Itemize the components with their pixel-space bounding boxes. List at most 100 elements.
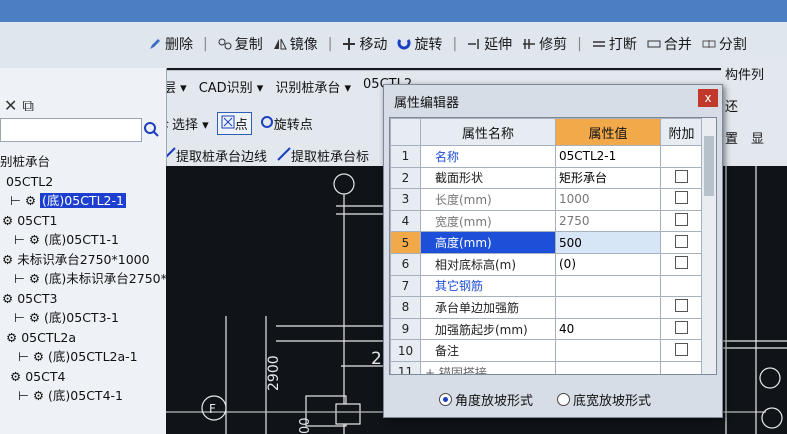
table-row[interactable]: 4 宽度(mm) 2750: [390, 209, 703, 233]
property-value[interactable]: [555, 360, 661, 374]
tree-item[interactable]: ⚙ 05CT3: [0, 289, 175, 309]
angle-slope-radio[interactable]: 角度放坡形式: [439, 390, 533, 409]
search-icon[interactable]: [140, 118, 162, 140]
dialog-title-bar[interactable]: 属性编辑器: [384, 85, 722, 113]
tree-item[interactable]: ⚙ 05CTL2a: [0, 328, 175, 348]
table-row-selected[interactable]: 5 高度(mm) 500: [390, 231, 703, 254]
rotate-point-label: 旋转点: [273, 118, 313, 133]
extract-mark-button[interactable]: 提取桩承台标: [277, 146, 369, 165]
extra-cell[interactable]: [660, 317, 703, 341]
property-name: 高度(mm): [420, 231, 556, 254]
close-icon[interactable]: ✕ ⧉: [4, 96, 34, 116]
property-name: 其它钢筋: [420, 274, 556, 298]
extend-button[interactable]: 延伸: [467, 34, 512, 54]
tree-item-label: 05CTL2: [6, 173, 54, 189]
row-index: 10: [390, 339, 421, 362]
grid-line: [725, 166, 757, 434]
property-value[interactable]: 40: [555, 317, 661, 341]
tree-item-label: 05CT1: [17, 212, 58, 228]
extra-checkbox[interactable]: [675, 169, 688, 183]
delete-button[interactable]: 删除: [148, 34, 193, 54]
split-button[interactable]: 分割: [702, 34, 747, 54]
rotate-icon: [397, 39, 411, 50]
scrollbar-thumb[interactable]: [704, 136, 714, 196]
property-value[interactable]: 矩形承台: [555, 166, 661, 190]
extra-cell[interactable]: [660, 166, 703, 190]
tree-item[interactable]: 05CTL2: [0, 172, 175, 192]
dimension-label: 00: [298, 417, 313, 434]
tree-item[interactable]: ⊢ ⚙ (底)05CTL2-1: [0, 191, 175, 211]
search-input[interactable]: [0, 118, 142, 142]
tree-item[interactable]: ⚙ 05CT4: [0, 367, 175, 387]
extract-mark-icon: [277, 147, 291, 161]
restore-button[interactable]: 还: [725, 96, 738, 115]
table-row[interactable]: 7 其它钢筋: [390, 274, 703, 298]
extra-cell[interactable]: [660, 252, 703, 276]
extra-cell[interactable]: [660, 296, 703, 319]
extra-checkbox[interactable]: [675, 342, 688, 356]
extra-cell[interactable]: [660, 209, 703, 233]
property-value[interactable]: 1000: [555, 188, 661, 211]
tree-item[interactable]: ⊢ ⚙ (底)未标识承台2750*1: [0, 269, 175, 289]
property-value[interactable]: 2750: [555, 209, 661, 233]
property-name: 备注: [420, 339, 556, 362]
width-slope-radio[interactable]: 底宽放坡形式: [557, 390, 651, 409]
close-button[interactable]: x: [698, 89, 718, 107]
dimension-label: 2900: [266, 355, 282, 391]
extra-checkbox[interactable]: [675, 256, 688, 270]
property-value[interactable]: 500: [555, 231, 661, 254]
table-row[interactable]: 2 截面形状 矩形承台: [390, 166, 703, 190]
row-index: 6: [390, 252, 421, 276]
rotate-point-button[interactable]: 旋转点: [260, 114, 313, 133]
component-list-button[interactable]: 构件列: [725, 64, 764, 83]
table-row[interactable]: 11 + 锚固搭接: [390, 360, 703, 374]
property-value[interactable]: (0): [555, 252, 661, 276]
extra-cell[interactable]: [660, 339, 703, 362]
point-button[interactable]: 点: [216, 112, 252, 135]
break-button[interactable]: 打断: [592, 34, 637, 54]
display-button[interactable]: 显: [751, 128, 764, 147]
extra-checkbox[interactable]: [675, 234, 688, 248]
tree-item[interactable]: ⊢ ⚙ (底)05CTL2a-1: [0, 347, 175, 367]
tree-item[interactable]: ⊢ ⚙ (底)05CT1-1: [0, 230, 175, 250]
row-index: 11: [390, 360, 421, 374]
extra-cell: [660, 145, 703, 168]
mirror-button[interactable]: 镜像: [273, 34, 318, 54]
scrollbar[interactable]: [701, 118, 716, 374]
tree-item-label: 05CTL2a: [21, 329, 77, 345]
tree-item-label: (底)未标识承台2750*1: [44, 271, 175, 286]
divider: |: [577, 36, 582, 52]
rotate-button[interactable]: 旋转: [397, 34, 442, 54]
extra-checkbox[interactable]: [675, 299, 688, 313]
merge-button[interactable]: 合并: [647, 34, 692, 54]
select-label: 选择: [172, 118, 199, 133]
tree-item-label: (底)05CT1-1: [44, 232, 119, 247]
cad-recognize-menu[interactable]: CAD识别 ▾: [199, 77, 264, 96]
extract-edge-button[interactable]: 提取桩承台边线: [162, 146, 267, 165]
copy-button[interactable]: 复制: [218, 34, 263, 54]
layout-button[interactable]: 置: [725, 128, 738, 147]
table-row[interactable]: 10 备注: [390, 339, 703, 362]
extra-header: 附加: [660, 118, 703, 146]
table-row[interactable]: 1 名称 05CTL2-1: [390, 145, 703, 168]
property-value[interactable]: [555, 296, 661, 319]
table-row[interactable]: 3 长度(mm) 1000: [390, 188, 703, 211]
table-row[interactable]: 9 加强筋起步(mm) 40: [390, 317, 703, 341]
tree-item[interactable]: ⊢ ⚙ (底)05CT3-1: [0, 308, 175, 328]
extra-cell[interactable]: [660, 231, 703, 254]
extra-checkbox[interactable]: [675, 321, 688, 335]
trim-button[interactable]: 修剪: [522, 34, 567, 54]
property-value[interactable]: [555, 274, 661, 298]
recognize-pile-cap-menu[interactable]: 识别桩承台 ▾: [275, 77, 351, 96]
property-value[interactable]: 05CTL2-1: [555, 145, 661, 168]
table-row[interactable]: 6 相对底标高(m) (0): [390, 252, 703, 276]
tree-item[interactable]: ⚙ 05CT1: [0, 211, 175, 231]
extra-checkbox[interactable]: [675, 213, 688, 227]
table-row[interactable]: 8 承台单边加强筋: [390, 296, 703, 319]
extra-checkbox[interactable]: [675, 191, 688, 205]
extra-cell[interactable]: [660, 188, 703, 211]
tree-item[interactable]: ⚙ 未标识承台2750*1000: [0, 250, 175, 270]
tree-item[interactable]: ⊢ ⚙ (底)05CT4-1: [0, 386, 175, 406]
property-value[interactable]: [555, 339, 661, 362]
move-button[interactable]: 移动: [342, 34, 387, 54]
